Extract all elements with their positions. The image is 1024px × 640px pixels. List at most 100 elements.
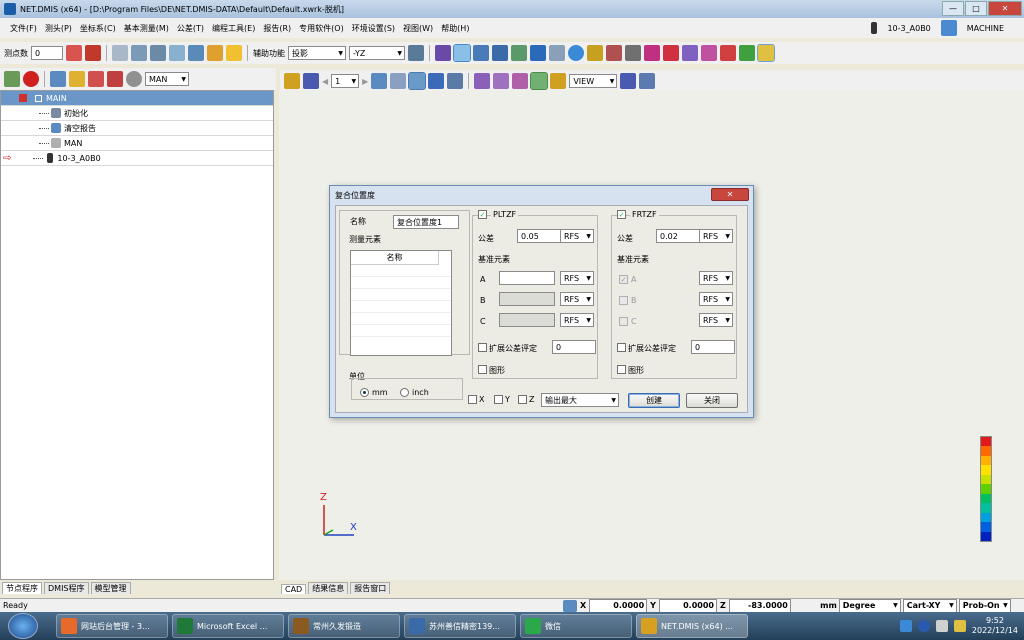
- pltzf-datum-b-input[interactable]: [499, 292, 555, 306]
- coord-select[interactable]: Cart-XY ▼: [902, 598, 957, 613]
- frtzf-datum-b-mod-select[interactable]: RFS ▼: [699, 292, 733, 306]
- pointer-icon[interactable]: [625, 45, 641, 61]
- menu-probe[interactable]: 测头(P): [45, 23, 72, 34]
- collapse-icon[interactable]: [35, 94, 42, 102]
- z-checkbox[interactable]: [518, 395, 527, 404]
- frtzf-ext-checkbox[interactable]: [617, 343, 626, 352]
- tab-report[interactable]: 报告窗口: [350, 582, 391, 594]
- tree-row-clear[interactable]: 清空报告: [1, 121, 273, 136]
- save-view-icon[interactable]: [620, 73, 637, 89]
- output-select[interactable]: 输出最大 ▼: [541, 393, 619, 407]
- maximize-button[interactable]: □: [965, 1, 987, 16]
- network-icon[interactable]: [935, 620, 948, 632]
- frtzf-tol-input[interactable]: 0.02: [656, 229, 700, 243]
- select-icon[interactable]: [453, 44, 471, 62]
- calc-icon[interactable]: [188, 45, 204, 61]
- pin-icon[interactable]: [107, 71, 123, 87]
- frtzf-graph-checkbox[interactable]: [617, 365, 626, 374]
- pltzf-datum-a-input[interactable]: [499, 271, 555, 285]
- tree-row-init[interactable]: 初始化: [1, 106, 273, 121]
- pltzf-ext-input[interactable]: 0: [552, 340, 596, 354]
- pltzf-tol-input[interactable]: 0.05: [517, 229, 561, 243]
- close-button[interactable]: ✕: [988, 1, 1022, 16]
- lock-icon[interactable]: [69, 71, 85, 87]
- help-icon[interactable]: [917, 620, 930, 632]
- annotate-icon[interactable]: [512, 73, 529, 89]
- shape-icon[interactable]: [587, 45, 603, 61]
- page-select[interactable]: 1 ▼: [331, 74, 360, 88]
- unit-mm-radio[interactable]: [360, 388, 369, 397]
- frtzf-datum-a-mod-select[interactable]: RFS ▼: [699, 271, 733, 285]
- line-icon[interactable]: [606, 45, 622, 61]
- tab-node-program[interactable]: 节点程序: [2, 582, 42, 594]
- angle-select[interactable]: Degree ▼: [838, 598, 901, 613]
- pltzf-datum-c-input[interactable]: [499, 313, 555, 327]
- layout-icon[interactable]: [530, 72, 549, 90]
- light-icon[interactable]: [550, 73, 567, 89]
- toggle-icon[interactable]: [757, 44, 775, 62]
- task-forging[interactable]: 常州久发锻造: [288, 614, 400, 638]
- pltzf-ext-checkbox[interactable]: [478, 343, 487, 352]
- zoom-fit-icon[interactable]: [492, 45, 508, 61]
- warning-icon[interactable]: [226, 45, 242, 61]
- image-icon[interactable]: [720, 45, 736, 61]
- menu-programming[interactable]: 编程工具(E): [212, 23, 255, 34]
- task-precision[interactable]: 苏州善信精密139...: [404, 614, 516, 638]
- tab-model[interactable]: 模型管理: [90, 582, 131, 594]
- tab-cad[interactable]: CAD: [281, 584, 307, 594]
- tray-app-icon[interactable]: [899, 620, 912, 632]
- tab-results[interactable]: 结果信息: [308, 582, 349, 594]
- scan-icon[interactable]: [435, 45, 451, 61]
- menu-file[interactable]: 文件(F): [10, 23, 37, 34]
- pltzf-tol-mod-select[interactable]: RFS ▼: [560, 229, 594, 243]
- grid-icon[interactable]: [447, 73, 464, 89]
- curve-icon[interactable]: [663, 45, 679, 61]
- hand-icon[interactable]: [85, 45, 101, 61]
- stop-icon[interactable]: [23, 71, 39, 87]
- task-browser[interactable]: 网站后台管理 - 3...: [56, 614, 168, 638]
- tree-row-man[interactable]: MAN: [1, 136, 273, 151]
- measure-list[interactable]: 名称: [350, 250, 452, 356]
- menu-help[interactable]: 帮助(H): [441, 23, 469, 34]
- dh-icon[interactable]: [474, 73, 491, 89]
- menu-tolerance[interactable]: 公差(T): [177, 23, 204, 34]
- frtzf-datum-a-checkbox[interactable]: ✓: [619, 275, 628, 284]
- menu-view[interactable]: 视图(W): [403, 23, 433, 34]
- page-icon[interactable]: [371, 73, 388, 89]
- projection-select[interactable]: 投影 ▼: [288, 46, 346, 60]
- frtzf-checkbox[interactable]: ✓: [617, 210, 626, 219]
- frtzf-tol-mod-select[interactable]: RFS ▼: [699, 229, 733, 243]
- tree-row-main[interactable]: MAIN: [1, 91, 273, 106]
- tab-dmis-program[interactable]: DMIS程序: [44, 582, 89, 594]
- node-icon[interactable]: [644, 45, 660, 61]
- probe-name[interactable]: 10-3_A0B0: [887, 24, 930, 33]
- print-icon[interactable]: [390, 73, 407, 89]
- pltzf-graph-checkbox[interactable]: [478, 365, 487, 374]
- next-icon[interactable]: ▶: [362, 77, 368, 86]
- prev-icon[interactable]: ◀: [322, 77, 328, 86]
- menu-settings[interactable]: 环境设置(S): [352, 23, 395, 34]
- graph-icon[interactable]: [428, 73, 445, 89]
- probe-select[interactable]: Prob-On ▼: [958, 598, 1011, 613]
- find-icon[interactable]: [639, 73, 656, 89]
- frtzf-datum-c-mod-select[interactable]: RFS ▼: [699, 313, 733, 327]
- chart-icon[interactable]: [4, 71, 20, 87]
- frtzf-datum-c-checkbox[interactable]: [619, 317, 628, 326]
- dialog-close-button[interactable]: 关闭: [686, 393, 738, 408]
- measure-icon[interactable]: [511, 45, 527, 61]
- task-netdmis[interactable]: NET.DMIS (x64) ...: [636, 614, 748, 638]
- volume-icon[interactable]: [953, 620, 966, 632]
- menu-special[interactable]: 专用软件(O): [299, 23, 344, 34]
- sun-icon[interactable]: [284, 73, 300, 89]
- dialog-close-icon[interactable]: ✕: [711, 188, 749, 201]
- view-select[interactable]: VIEW ▼: [569, 74, 618, 88]
- tree-row-probe[interactable]: ⇨ 10-3_A0B0: [1, 151, 273, 166]
- menu-measure[interactable]: 基本测量(M): [124, 23, 169, 34]
- unit-inch-radio[interactable]: [400, 388, 409, 397]
- wand-icon[interactable]: [66, 45, 82, 61]
- frtzf-ext-input[interactable]: 0: [691, 340, 735, 354]
- create-button[interactable]: 创建: [628, 393, 680, 408]
- clock[interactable]: 9:52 2022/12/14: [972, 616, 1018, 636]
- joystick-icon[interactable]: [131, 45, 147, 61]
- minimize-button[interactable]: —: [942, 1, 964, 16]
